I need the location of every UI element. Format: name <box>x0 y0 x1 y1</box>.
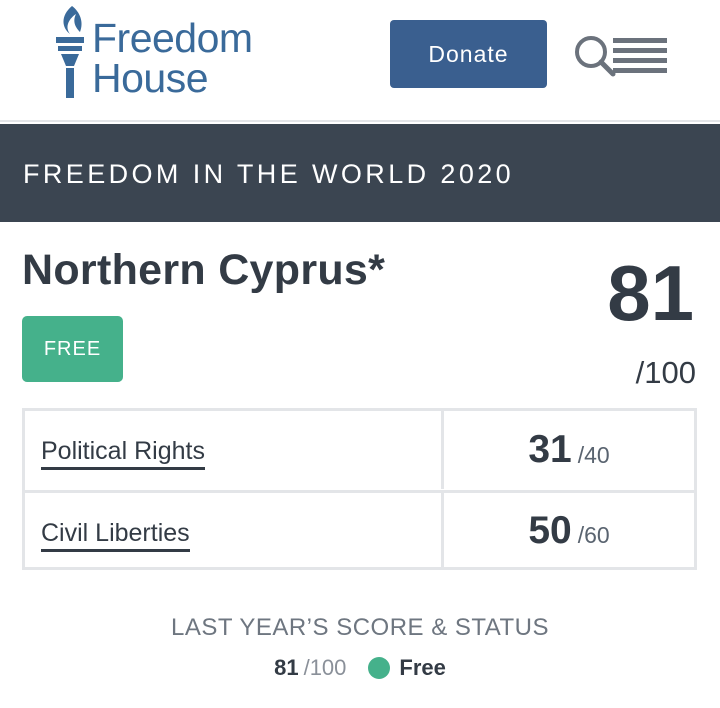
total-score: 81 <box>607 249 694 337</box>
last-year-score-max: /100 <box>303 655 347 680</box>
search-menu-toggle[interactable] <box>573 30 667 78</box>
banner-title: FREEDOM IN THE WORLD 2020 <box>23 159 515 189</box>
country-name: Northern Cyprus* <box>22 246 386 294</box>
last-year-score: 81 <box>274 655 299 680</box>
last-year-title: LAST YEAR’S SCORE & STATUS <box>171 614 549 641</box>
logo-text-freedom: Freedom <box>92 15 253 61</box>
political-rights-score-max: /40 <box>577 441 610 468</box>
site-header: Freedom House Donate <box>0 0 720 122</box>
freedom-house-logo[interactable]: Freedom House <box>54 4 294 108</box>
free-status-dot-icon <box>368 657 391 679</box>
status-badge: FREE <box>22 316 123 382</box>
torch-logo-icon <box>56 6 84 98</box>
civil-liberties-score: 50 /60 <box>444 493 694 568</box>
donate-button[interactable]: Donate <box>390 20 547 88</box>
last-year-summary: 81 /100 Free <box>0 655 720 681</box>
score-row-political-rights: Political Rights 31 /40 <box>25 411 694 489</box>
menu-icon[interactable] <box>613 36 667 76</box>
total-score-max: /100 <box>635 355 696 390</box>
report-banner: FREEDOM IN THE WORLD 2020 <box>0 124 720 222</box>
civil-liberties-score-value: 50 <box>528 508 572 552</box>
political-rights-score: 31 /40 <box>444 411 694 489</box>
civil-liberties-link[interactable]: Civil Liberties <box>41 519 190 552</box>
political-rights-link[interactable]: Political Rights <box>41 437 205 470</box>
last-year-status: Free <box>399 655 446 680</box>
scores-table: Political Rights 31 /40 Civil Liberties … <box>22 408 697 570</box>
search-icon[interactable] <box>573 30 617 78</box>
political-rights-score-value: 31 <box>528 428 572 471</box>
score-row-civil-liberties: Civil Liberties 50 /60 <box>25 490 694 568</box>
civil-liberties-score-max: /60 <box>577 522 610 548</box>
logo-text-house: House <box>92 55 209 101</box>
